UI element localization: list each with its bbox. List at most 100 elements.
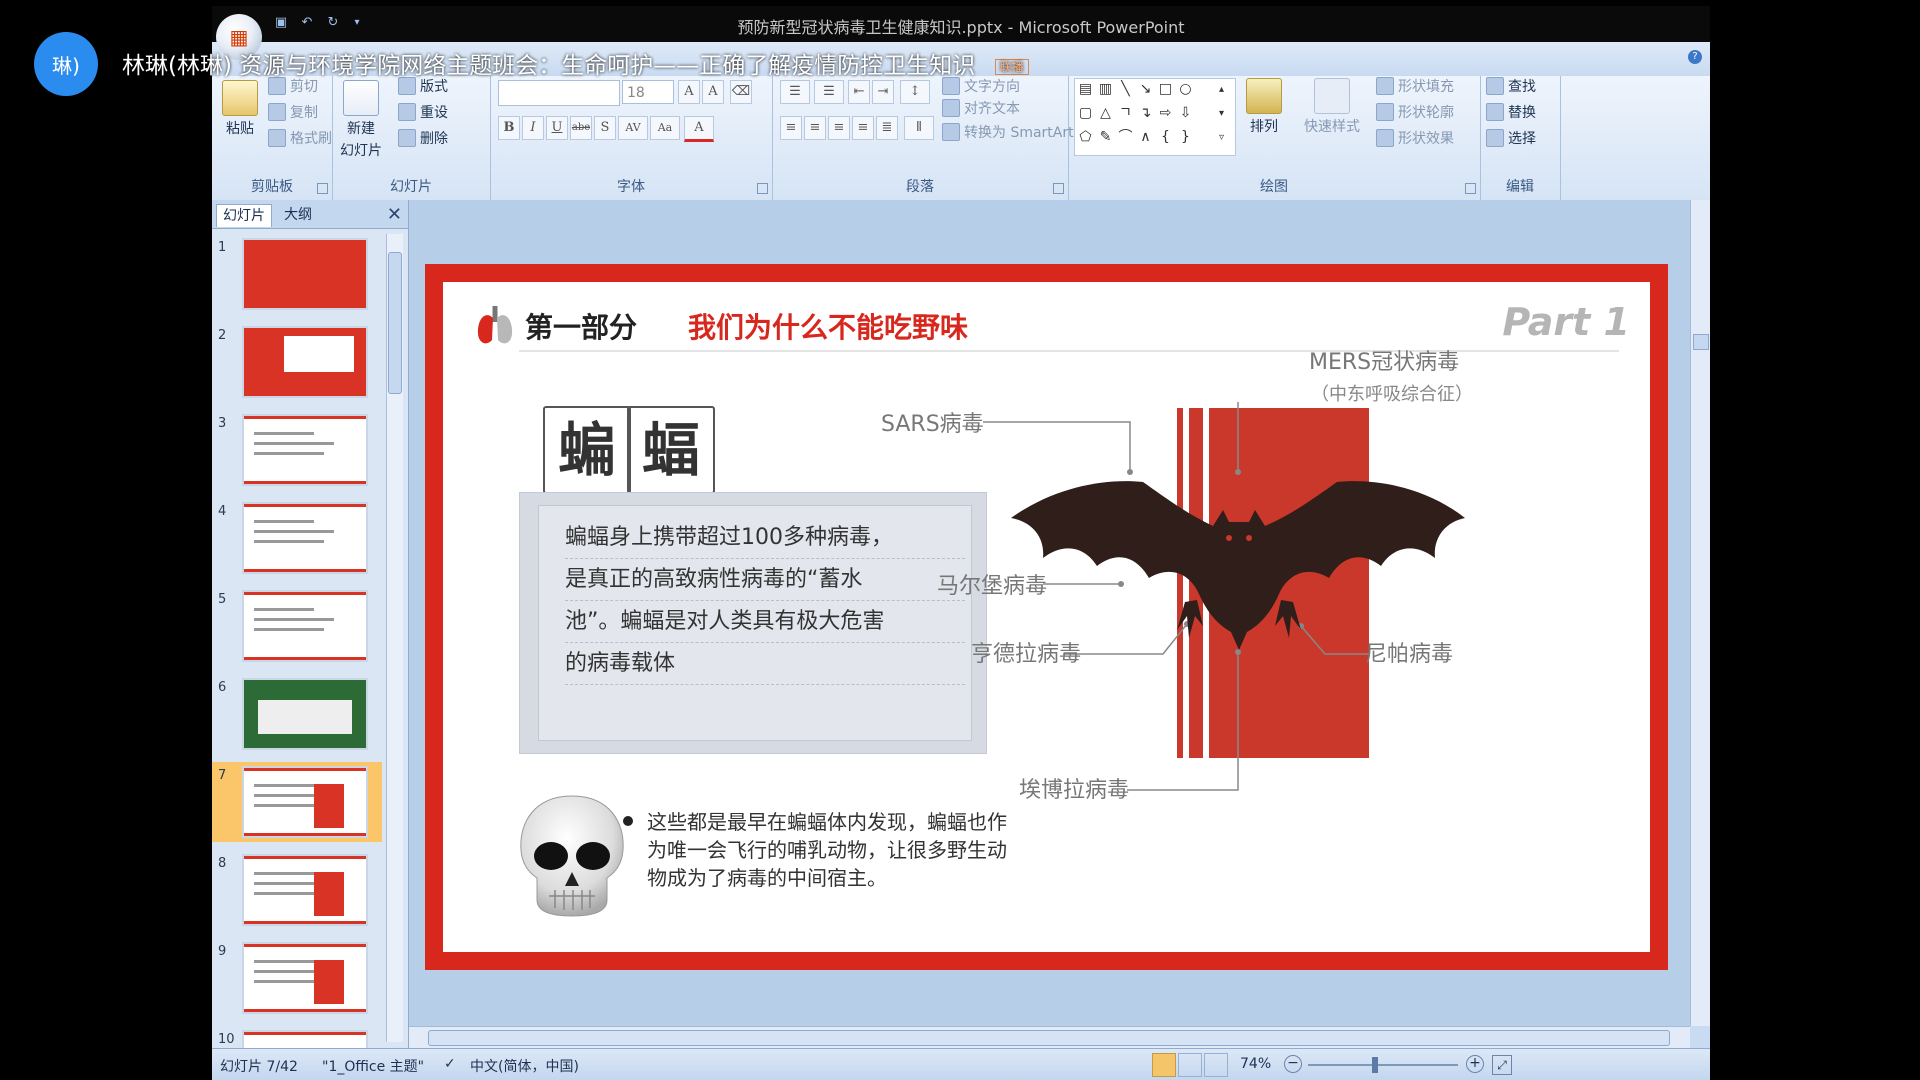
shadow-button[interactable]: S (594, 116, 616, 140)
font-color-button[interactable]: A (684, 116, 714, 142)
align-center-button[interactable]: ≡ (804, 116, 826, 140)
align-left-button[interactable]: ≡ (780, 116, 802, 140)
paragraph-launcher-icon[interactable] (1053, 183, 1064, 194)
spellcheck-icon[interactable]: ✓ (444, 1056, 456, 1072)
wave-shape-icon[interactable]: ∧ (1137, 129, 1154, 146)
status-bar: 幻灯片 7/42 "1_Office 主题" ✓ 中文(简体，中国) 74% −… (212, 1048, 1710, 1080)
triangle-shape-icon[interactable]: △ (1097, 105, 1114, 122)
format-painter-button[interactable]: 格式刷 (268, 128, 332, 148)
language-indicator[interactable]: 中文(简体，中国) (470, 1056, 579, 1076)
font-size-input[interactable]: 18 (622, 80, 674, 104)
change-case-button[interactable]: Aa (650, 116, 680, 140)
slide-thumbnail[interactable]: 4 (212, 498, 382, 578)
align-right-button[interactable]: ≡ (828, 116, 850, 140)
zoom-slider[interactable] (1308, 1064, 1458, 1066)
slide-thumbnail[interactable]: 7 (212, 762, 382, 842)
numbering-button[interactable]: ☰ (814, 80, 844, 104)
drawing-launcher-icon[interactable] (1465, 183, 1476, 194)
tab-outline[interactable]: 大纲 (278, 204, 318, 226)
editing-group-label: 编辑 (1506, 179, 1534, 195)
arrow-line-shape-icon[interactable]: ↘ (1137, 81, 1154, 98)
slide-thumbnail-number: 9 (218, 944, 227, 959)
zoom-slider-thumb[interactable] (1372, 1057, 1378, 1073)
justify-button[interactable]: ≡ (852, 116, 874, 140)
reset-label: 重设 (420, 105, 448, 121)
arc-shape-icon[interactable]: ⌒ (1117, 129, 1134, 146)
gallery-down-icon[interactable]: ▾ (1213, 105, 1230, 122)
gallery-up-icon[interactable]: ▴ (1213, 81, 1230, 98)
rectangle-shape-icon[interactable]: □ (1157, 81, 1174, 98)
down-arrow-shape-icon[interactable]: ⇩ (1177, 105, 1194, 122)
bullets-button[interactable]: ☰ (780, 80, 810, 104)
slide-thumbnail[interactable]: 2 (212, 322, 382, 402)
help-icon[interactable]: ? (1688, 50, 1702, 64)
shape-fill-button[interactable]: 形状填充 (1376, 76, 1454, 96)
elbow-shape-icon[interactable]: ㄱ (1117, 105, 1134, 122)
tab-slides[interactable]: 幻灯片 (216, 204, 272, 227)
smartart-button[interactable]: 转换为 SmartArt (942, 122, 1074, 142)
underline-button[interactable]: U (546, 116, 568, 140)
increase-indent-button[interactable]: ⇥ (872, 80, 894, 104)
vtextbox-shape-icon[interactable]: ▥ (1097, 81, 1114, 98)
char-spacing-button[interactable]: AV (618, 116, 648, 140)
italic-button[interactable]: I (522, 116, 544, 140)
horizontal-scroll-thumb[interactable] (428, 1030, 1670, 1046)
left-brace-shape-icon[interactable]: { (1157, 129, 1174, 146)
normal-view-icon[interactable] (1152, 1053, 1176, 1077)
textbox-shape-icon[interactable]: ▤ (1077, 81, 1094, 98)
zoom-level[interactable]: 74% (1240, 1056, 1271, 1072)
slide-thumbnail[interactable]: 5 (212, 586, 382, 666)
slide-thumbnail[interactable]: 1 (212, 234, 382, 314)
align-text-button[interactable]: 对齐文本 (942, 98, 1020, 118)
copy-button[interactable]: 复制 (268, 102, 318, 122)
current-slide[interactable]: 第一部分 我们为什么不能吃野味 Part 1 蝙 蝠 蝙蝠身上携带超过100多种… (425, 264, 1668, 970)
decrease-indent-button[interactable]: ⇤ (848, 80, 870, 104)
slideshow-view-icon[interactable] (1204, 1053, 1228, 1077)
pane-scroll-thumb[interactable] (388, 252, 402, 394)
rounded-rect-shape-icon[interactable]: ▢ (1077, 105, 1094, 122)
bold-button[interactable]: B (498, 116, 520, 140)
new-slide-button[interactable]: 新建 幻灯片 (340, 80, 382, 160)
slide-thumbnail-image (242, 678, 368, 750)
replace-button[interactable]: 替换 (1486, 102, 1536, 122)
elbow-arrow-shape-icon[interactable]: ↴ (1137, 105, 1154, 122)
right-arrow-shape-icon[interactable]: ⇨ (1157, 105, 1174, 122)
zoom-out-icon[interactable]: − (1284, 1055, 1302, 1073)
line-shape-icon[interactable]: ╲ (1117, 81, 1134, 98)
strikethrough-button[interactable]: abe (570, 116, 592, 140)
oval-shape-icon[interactable]: ○ (1177, 81, 1194, 98)
columns-button[interactable]: ⫴ (904, 116, 934, 140)
gallery-more-icon[interactable]: ▿ (1213, 129, 1230, 146)
right-brace-shape-icon[interactable]: } (1177, 129, 1194, 146)
paste-button[interactable]: 粘贴 (222, 80, 258, 138)
quick-styles-button[interactable]: 快速样式 (1304, 78, 1360, 136)
vertical-scrollbar[interactable] (1690, 200, 1710, 1026)
clear-format-button[interactable]: ⌫ (730, 80, 752, 104)
slide-thumbnail[interactable]: 6 (212, 674, 382, 754)
grow-font-button[interactable]: A (678, 80, 700, 104)
distributed-button[interactable]: ≣ (876, 116, 898, 140)
font-launcher-icon[interactable] (757, 183, 768, 194)
clipboard-launcher-icon[interactable] (317, 183, 328, 194)
pentagon-shape-icon[interactable]: ⬠ (1077, 129, 1094, 146)
close-icon[interactable]: ✕ (387, 204, 402, 225)
delete-slide-button[interactable]: 删除 (398, 128, 448, 148)
slide-thumbnail[interactable]: 3 (212, 410, 382, 490)
slide-thumbnail[interactable]: 8 (212, 850, 382, 930)
shape-effects-button[interactable]: 形状效果 (1376, 128, 1454, 148)
fit-to-window-icon[interactable]: ⤢ (1492, 1055, 1512, 1075)
select-button[interactable]: 选择 (1486, 128, 1536, 148)
vertical-scroll-thumb[interactable] (1693, 334, 1709, 350)
sorter-view-icon[interactable] (1178, 1053, 1202, 1077)
shrink-font-button[interactable]: A (702, 80, 724, 104)
reset-button[interactable]: 重设 (398, 102, 448, 122)
find-button[interactable]: 查找 (1486, 76, 1536, 96)
font-name-input[interactable] (498, 80, 620, 106)
arrange-button[interactable]: 排列 (1246, 78, 1282, 136)
shape-outline-button[interactable]: 形状轮廓 (1376, 102, 1454, 122)
slide-thumbnail[interactable]: 9 (212, 938, 382, 1018)
line-spacing-button[interactable]: ↕ (900, 80, 930, 104)
freeform-shape-icon[interactable]: ✎ (1097, 129, 1114, 146)
zoom-in-icon[interactable]: + (1466, 1055, 1484, 1073)
shapes-gallery[interactable]: ▤ ▥ ╲ ↘ □ ○ ▢ △ ㄱ ↴ ⇨ ⇩ ⬠ ✎ ⌒ ∧ { } ▴ ▾ (1074, 78, 1236, 156)
